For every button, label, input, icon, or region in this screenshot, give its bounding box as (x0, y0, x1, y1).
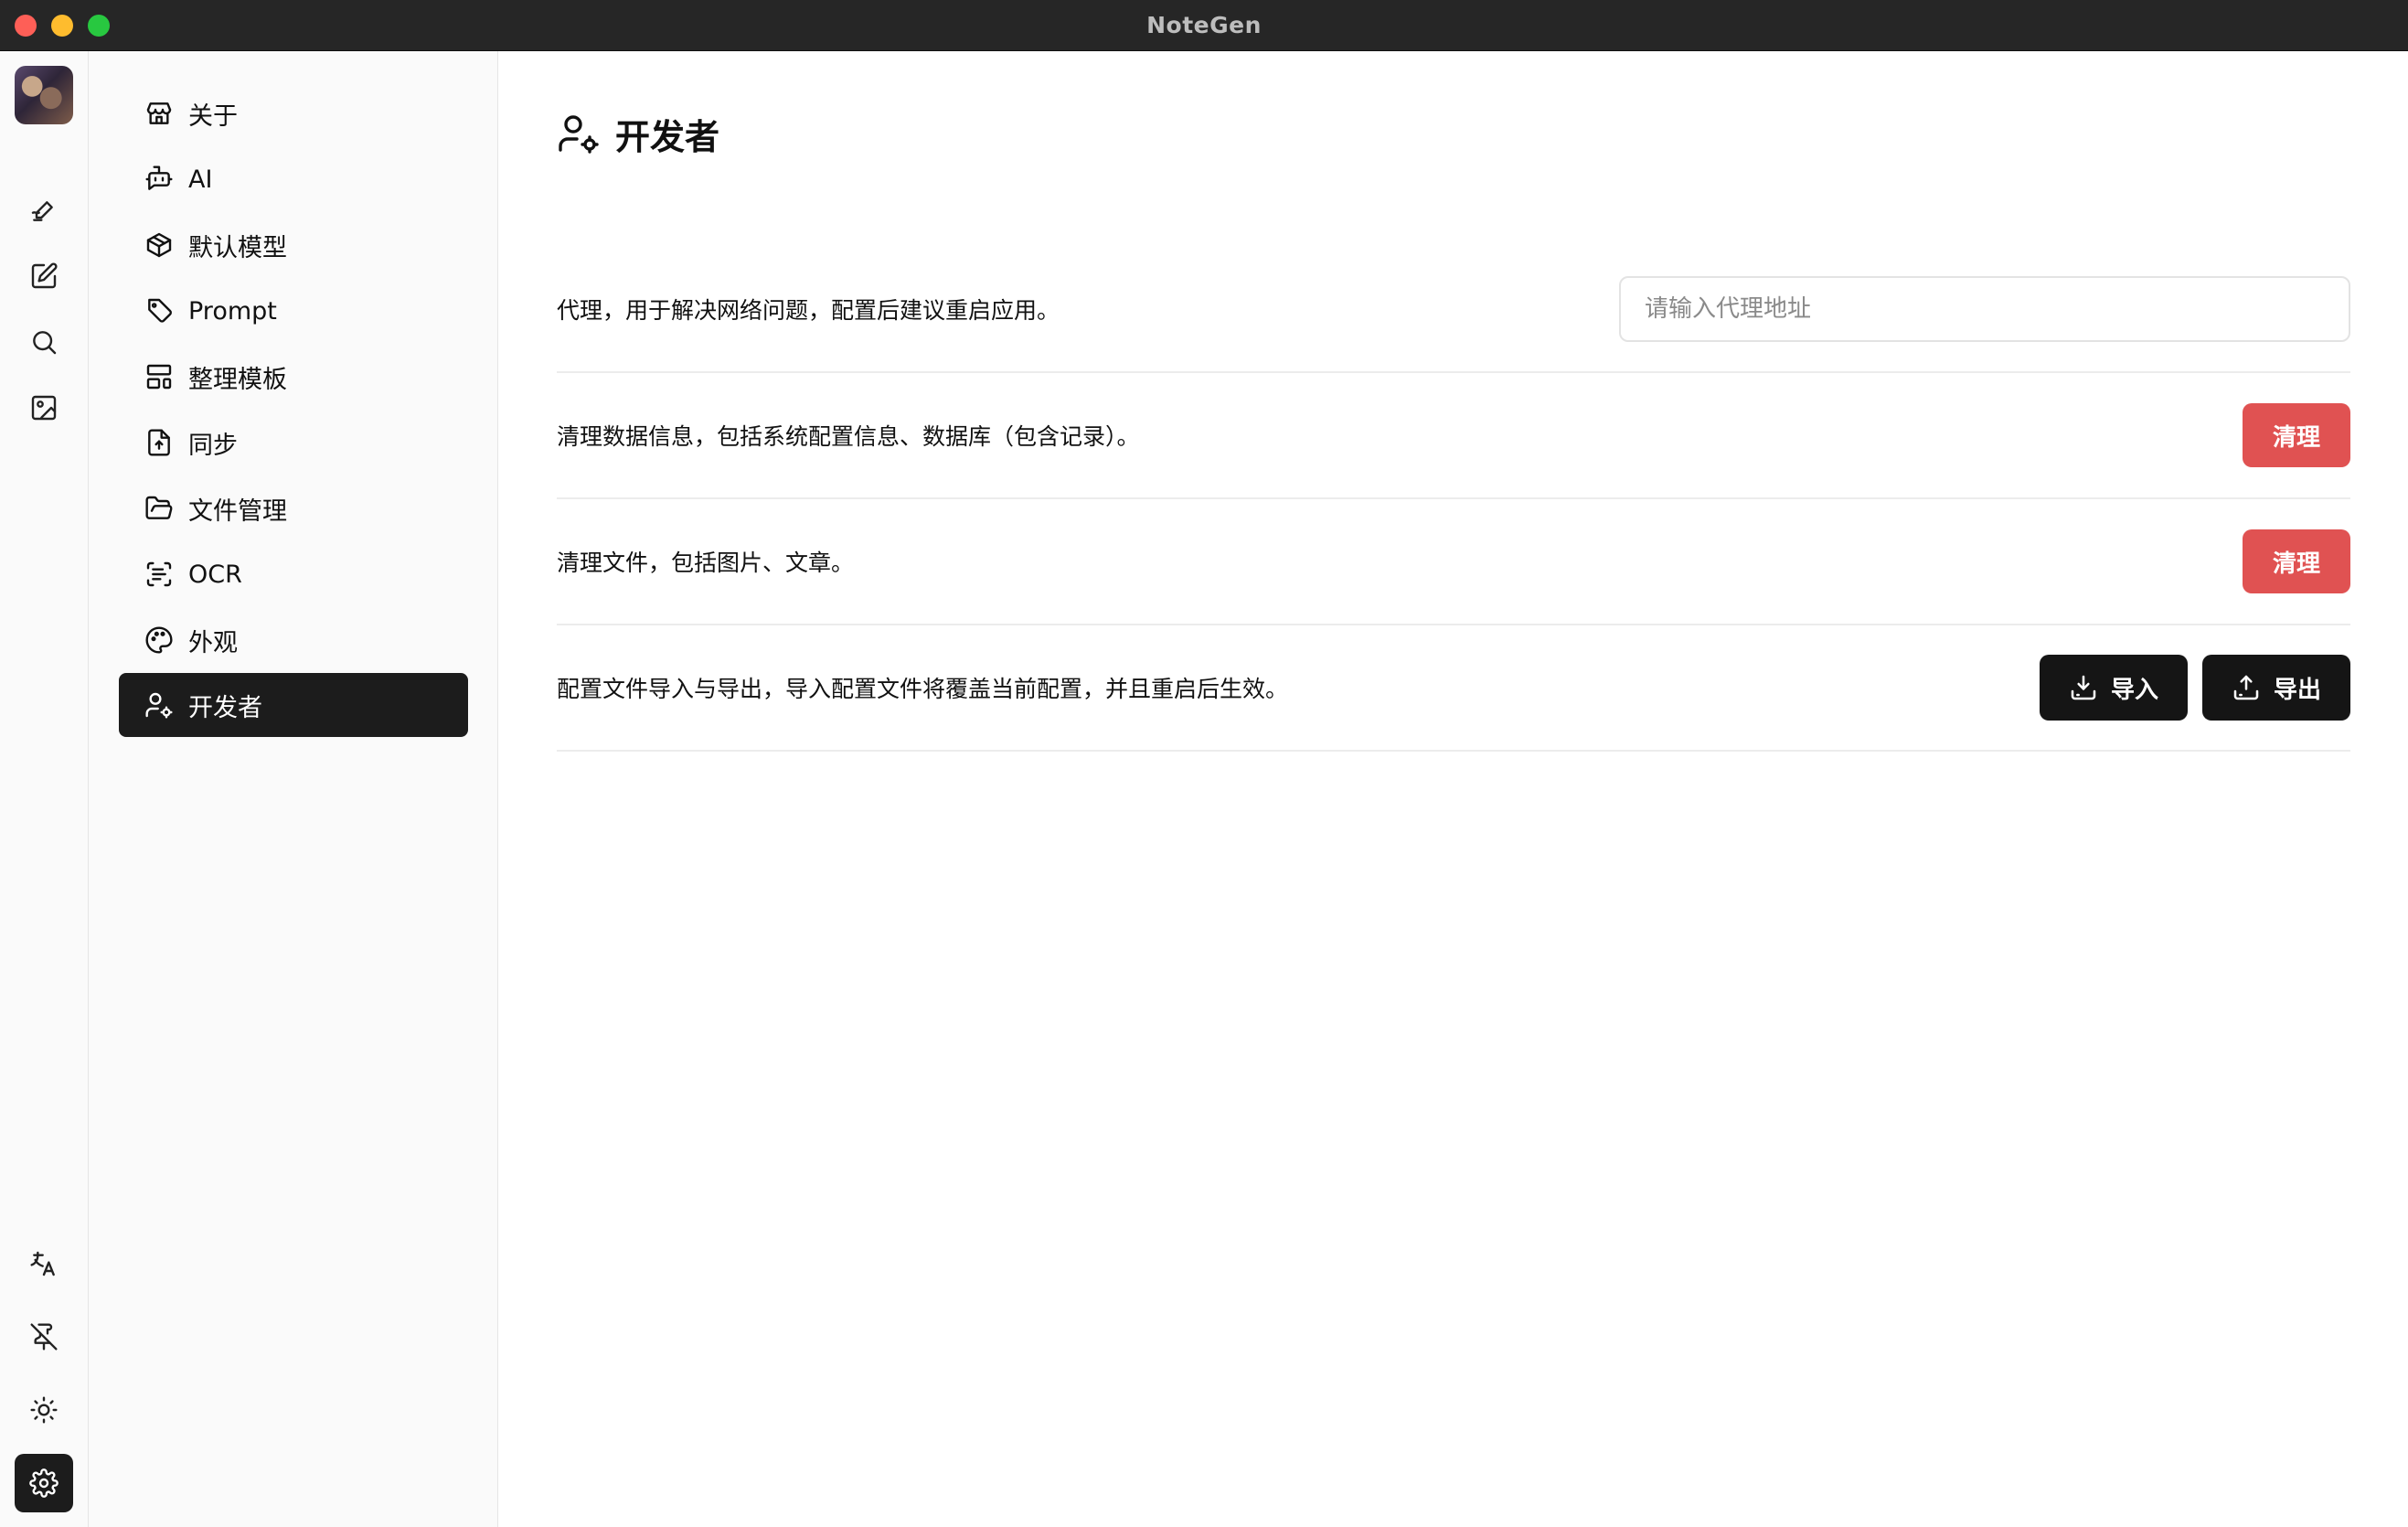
upload-icon (2233, 675, 2259, 700)
user-cog-icon (145, 692, 173, 719)
settings-menu: 关于 AI 默认模型 Prompt 整理模板 同步 文件管理 OCR 外观 开发… (89, 51, 498, 1527)
menu-item-appearance[interactable]: 外观 (119, 608, 468, 672)
menu-item-label: 整理模板 (188, 365, 287, 394)
write-icon (31, 262, 58, 289)
clear-files-row: 清理文件，包括图片、文章。 清理 (557, 499, 2350, 625)
layout-template-icon (146, 364, 172, 390)
import-config-button[interactable]: 导入 (2039, 655, 2188, 721)
menu-item-label: 默认模型 (188, 233, 287, 262)
settings-icon (29, 1468, 59, 1498)
proxy-input[interactable] (1619, 276, 2350, 342)
rail-translate-button[interactable] (15, 1234, 73, 1293)
download-icon (2071, 675, 2096, 700)
menu-item-label: 同步 (188, 431, 238, 460)
config-io-description: 配置文件导入与导出，导入配置文件将覆盖当前配置，并且重启后生效。 (557, 676, 1289, 702)
rail-pin-button[interactable] (15, 1308, 73, 1366)
theme-icon (30, 1396, 58, 1424)
rail-write-button[interactable] (15, 247, 73, 305)
export-config-button[interactable]: 导出 (2201, 655, 2350, 721)
proxy-setting-row: 代理，用于解决网络问题，配置后建议重启应用。 (557, 247, 2350, 373)
image-icon (31, 395, 57, 421)
menu-item-prompt[interactable]: Prompt (119, 279, 468, 343)
scan-text-icon (146, 561, 172, 587)
avatar[interactable] (15, 66, 73, 124)
menu-item-about[interactable]: 关于 (119, 81, 468, 145)
menu-item-label: OCR (188, 560, 242, 589)
user-cog-icon (559, 115, 599, 154)
menu-item-ai[interactable]: AI (119, 147, 468, 211)
menu-item-ocr[interactable]: OCR (119, 542, 468, 606)
store-icon (146, 102, 172, 124)
box-icon (146, 232, 172, 258)
rail-settings-button[interactable] (15, 1454, 73, 1512)
menu-item-label: 外观 (188, 628, 238, 657)
menu-item-developer[interactable]: 开发者 (119, 673, 468, 737)
clear-files-description: 清理文件，包括图片、文章。 (557, 550, 855, 576)
rail-search-button[interactable] (15, 313, 73, 371)
developer-settings-page: 开发者 代理，用于解决网络问题，配置后建议重启应用。 清理数据信息，包括系统配置… (498, 51, 2408, 1527)
clear-files-button[interactable]: 清理 (2243, 529, 2350, 593)
page-header: 开发者 (557, 110, 719, 157)
page-title: 开发者 (615, 116, 720, 157)
proxy-description: 代理，用于解决网络问题，配置后建议重启应用。 (557, 297, 1060, 324)
menu-item-default-model[interactable]: 默认模型 (119, 213, 468, 277)
menu-item-file-manager[interactable]: 文件管理 (119, 476, 468, 540)
menu-item-label: 开发者 (188, 693, 262, 722)
tag-icon (148, 298, 172, 323)
config-io-buttons: 导入 导出 (2039, 655, 2350, 721)
record-icon (31, 201, 53, 221)
import-label: 导入 (2110, 676, 2158, 704)
menu-item-label: AI (188, 165, 213, 194)
clear-data-row: 清理数据信息，包括系统配置信息、数据库（包含记录）。 清理 (557, 373, 2350, 499)
clear-data-description: 清理数据信息，包括系统配置信息、数据库（包含记录）。 (557, 423, 1140, 450)
rail-image-button[interactable] (15, 379, 73, 437)
export-label: 导出 (2273, 676, 2321, 704)
rail-record-button[interactable] (15, 181, 73, 240)
rail-theme-button[interactable] (15, 1381, 73, 1439)
file-sync-icon (148, 429, 170, 456)
bot-message-icon (145, 166, 173, 190)
folder-open-icon (145, 496, 173, 519)
menu-item-sync[interactable]: 同步 (119, 411, 468, 475)
app-rail (0, 51, 89, 1527)
title-bar: NoteGen (0, 0, 2408, 51)
translate-icon (30, 1251, 55, 1276)
menu-item-templates[interactable]: 整理模板 (119, 345, 468, 409)
pin-off-icon (30, 1323, 58, 1351)
config-import-export-row: 配置文件导入与导出，导入配置文件将覆盖当前配置，并且重启后生效。 导入 导出 (557, 625, 2350, 752)
clear-data-button[interactable]: 清理 (2243, 403, 2350, 467)
search-icon (33, 331, 57, 355)
menu-item-label: 文件管理 (188, 497, 287, 526)
menu-item-label: 关于 (188, 101, 238, 131)
window-title: NoteGen (1146, 12, 1262, 38)
palette-icon (145, 626, 173, 654)
menu-item-label: Prompt (188, 296, 277, 326)
